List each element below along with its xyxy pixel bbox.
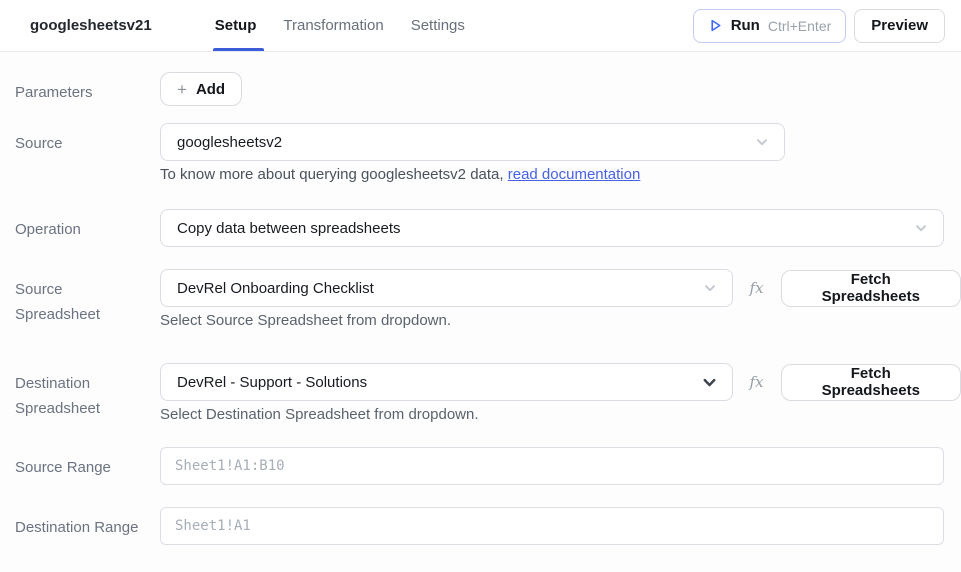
tab-setup-label: Setup [215, 17, 257, 34]
run-shortcut-label: Ctrl+Enter [768, 18, 831, 34]
tab-settings[interactable]: Settings [411, 0, 465, 51]
fx-toggle[interactable]: fx [750, 373, 764, 391]
add-parameter-label: Add [196, 81, 225, 98]
chevron-down-icon [701, 374, 718, 391]
destination-range-row: Destination Range [0, 507, 961, 545]
source-spreadsheet-helper: Select Source Spreadsheet from dropdown. [160, 312, 961, 329]
chevron-down-icon [913, 220, 929, 236]
preview-button[interactable]: Preview [854, 9, 945, 43]
chevron-down-icon [702, 280, 718, 296]
plus-icon: + [177, 81, 187, 98]
source-spreadsheet-select-value: DevRel Onboarding Checklist [177, 280, 374, 297]
play-icon [708, 18, 723, 33]
destination-spreadsheet-label: Destination Spreadsheet [0, 363, 160, 423]
run-button-label: Run [731, 17, 760, 34]
source-row: Source googlesheetsv2 To know more about… [0, 123, 961, 183]
tab-transformation[interactable]: Transformation [283, 0, 383, 51]
run-button[interactable]: Run Ctrl+Enter [693, 9, 847, 43]
tab-settings-label: Settings [411, 17, 465, 34]
operation-select[interactable]: Copy data between spreadsheets [160, 209, 944, 247]
fetch-source-spreadsheets-button[interactable]: Fetch Spreadsheets [781, 270, 961, 307]
query-editor-header: googlesheetsv21 Setup Transformation Set… [0, 0, 961, 52]
source-spreadsheet-select[interactable]: DevRel Onboarding Checklist [160, 269, 733, 307]
source-helper-prefix: To know more about querying googlesheets… [160, 166, 508, 183]
read-documentation-link[interactable]: read documentation [508, 166, 641, 183]
source-select[interactable]: googlesheetsv2 [160, 123, 785, 161]
query-title: googlesheetsv21 [30, 17, 152, 34]
destination-spreadsheet-select-value: DevRel - Support - Solutions [177, 374, 367, 391]
destination-range-input[interactable] [160, 507, 944, 545]
tab-setup[interactable]: Setup [215, 0, 257, 51]
query-setup-form: Parameters + Add Source googlesheetsv2 T… [0, 52, 961, 545]
source-select-value: googlesheetsv2 [177, 134, 282, 151]
source-range-input[interactable] [160, 447, 944, 485]
source-label: Source [0, 123, 160, 183]
destination-spreadsheet-helper: Select Destination Spreadsheet from drop… [160, 406, 961, 423]
chevron-down-icon [754, 134, 770, 150]
fetch-destination-spreadsheets-button[interactable]: Fetch Spreadsheets [781, 364, 961, 401]
source-range-label: Source Range [0, 447, 160, 485]
source-range-row: Source Range [0, 447, 961, 485]
parameters-row: Parameters + Add [0, 72, 961, 106]
source-spreadsheet-row: Source Spreadsheet DevRel Onboarding Che… [0, 269, 961, 329]
operation-label: Operation [0, 209, 160, 247]
destination-spreadsheet-row: Destination Spreadsheet DevRel - Support… [0, 363, 961, 423]
source-helper-text: To know more about querying googlesheets… [160, 166, 961, 183]
destination-spreadsheet-select[interactable]: DevRel - Support - Solutions [160, 363, 733, 401]
operation-row: Operation Copy data between spreadsheets [0, 209, 961, 247]
source-spreadsheet-label: Source Spreadsheet [0, 269, 160, 329]
parameters-label: Parameters [0, 72, 160, 106]
operation-select-value: Copy data between spreadsheets [177, 220, 400, 237]
add-parameter-button[interactable]: + Add [160, 72, 242, 106]
destination-range-label: Destination Range [0, 507, 160, 545]
fx-toggle[interactable]: fx [750, 279, 764, 297]
tab-transformation-label: Transformation [283, 17, 383, 34]
tab-bar: Setup Transformation Settings [215, 0, 465, 51]
